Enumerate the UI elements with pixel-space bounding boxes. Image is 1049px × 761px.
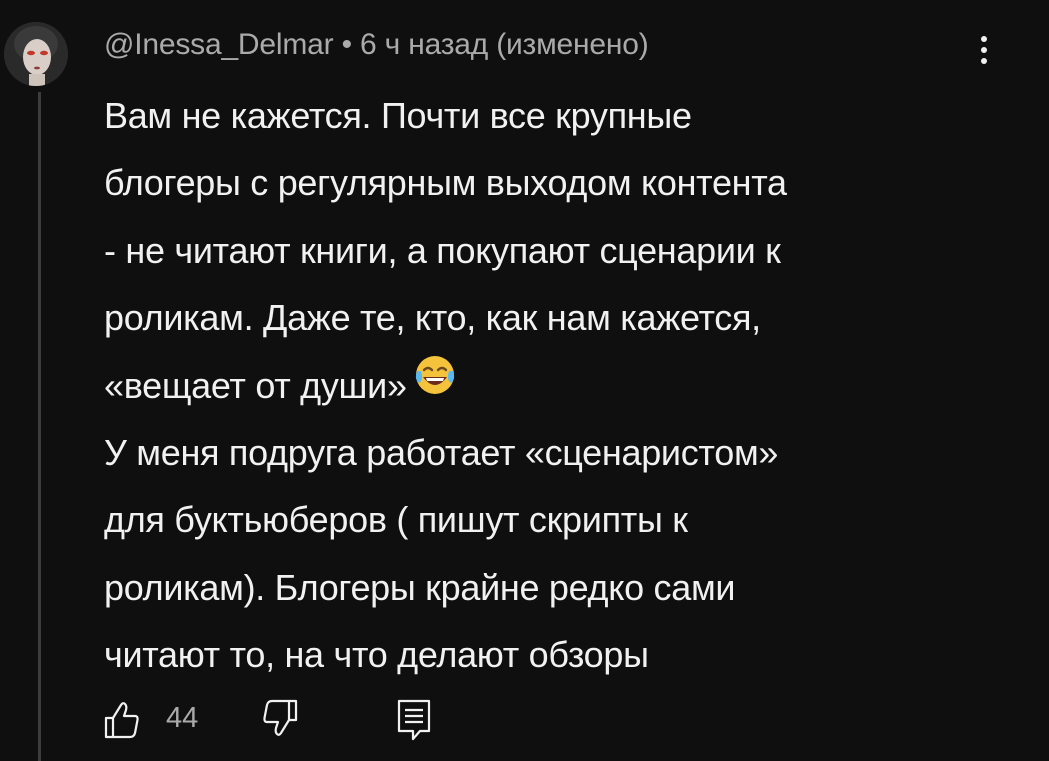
comment-text: Вам не кажется. Почти все крупные блогер…: [104, 82, 1004, 689]
comment-line: Вам не кажется. Почти все крупные: [104, 95, 692, 136]
avatar-image: [4, 22, 68, 86]
avatar[interactable]: [4, 22, 68, 86]
comment-line: У меня подруга работает «сценаристом»: [104, 431, 779, 473]
edited-label: (изменено): [496, 28, 649, 61]
reply-icon[interactable]: [396, 698, 432, 742]
comment-line-text: «вещает от души»: [104, 364, 407, 406]
comment-line: роликам). Блогеры крайне редко сами: [104, 566, 736, 608]
face-with-tears-of-joy-emoji: [413, 351, 457, 418]
comment-line: - не читают книги, а покупают сценарии к: [104, 229, 781, 271]
thread-line: [38, 92, 41, 761]
thumbs-down-icon[interactable]: [258, 698, 298, 738]
thumbs-up-icon[interactable]: [104, 700, 140, 740]
kebab-menu-icon[interactable]: [972, 30, 996, 70]
comment-line: читают то, на что делают обзоры: [104, 634, 649, 676]
like-count: 44: [166, 702, 199, 734]
comment-header: @Inessa_Delmar • 6 ч назад (изменено): [104, 28, 649, 62]
comment-line: роликам. Даже те, кто, как нам кажется,: [104, 297, 761, 339]
comment-timestamp[interactable]: 6 ч назад: [360, 28, 488, 61]
comment-line: для буктьюберов ( пишут скрипты к: [104, 499, 688, 541]
author-name[interactable]: @Inessa_Delmar: [104, 28, 334, 61]
meta-separator: •: [341, 28, 353, 61]
comment-line: блогеры с регулярным выходом контента: [104, 162, 787, 204]
comment-line: «вещает от души»: [104, 352, 1004, 419]
